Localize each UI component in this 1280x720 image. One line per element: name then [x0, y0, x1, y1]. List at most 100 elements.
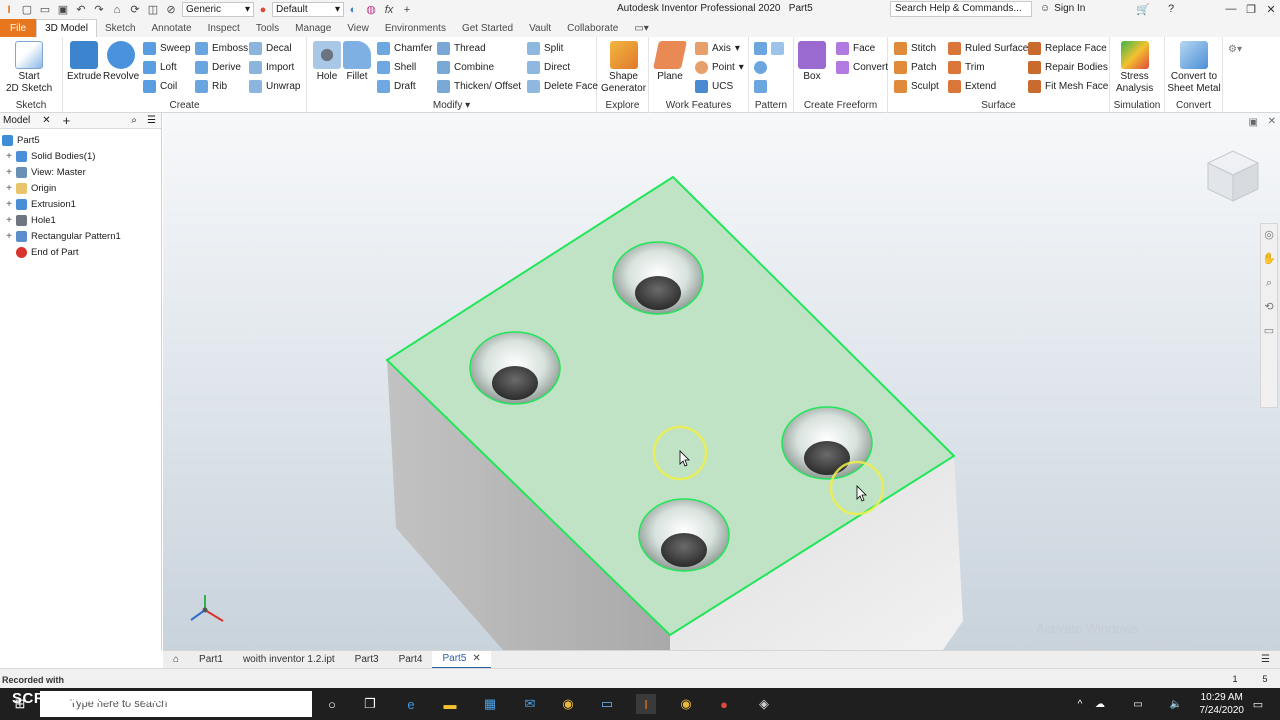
save-icon[interactable]: ▣	[54, 1, 72, 18]
plane-button[interactable]: Plane	[653, 41, 687, 83]
expand-icon[interactable]: +	[4, 231, 14, 242]
tab-file[interactable]: File	[0, 19, 37, 37]
onedrive-icon[interactable]: ☁	[1090, 694, 1110, 714]
rectangular-pattern-button[interactable]	[754, 40, 784, 57]
task-view-icon[interactable]: ❐	[360, 694, 380, 714]
browser-node[interactable]: Part5	[0, 132, 40, 148]
doc-tab-part3[interactable]: Part3	[345, 651, 389, 669]
appearance-adjust-icon[interactable]: ◐	[344, 1, 362, 18]
convert-sheet-metal-button[interactable]: Convert to Sheet Metal	[1165, 41, 1223, 95]
chrome-icon-2[interactable]: ◉	[676, 694, 696, 714]
derive-button[interactable]: Derive	[195, 59, 241, 76]
shell-button[interactable]: Shell	[377, 59, 416, 76]
home-tab-icon[interactable]: ⌂	[163, 651, 189, 669]
sketch-pattern-button[interactable]	[754, 78, 767, 95]
tab-view[interactable]: View	[339, 19, 377, 37]
chamfer-button[interactable]: Chamfer	[377, 40, 432, 57]
face-button[interactable]: Face	[836, 40, 875, 57]
thicken-offset-button[interactable]: Thicken/ Offset	[437, 78, 521, 95]
select-icon[interactable]: ◫	[144, 1, 162, 18]
cart-icon[interactable]: 🛒	[1132, 2, 1154, 16]
viewport-expand-icon[interactable]: ▣	[1249, 117, 1258, 128]
coil-button[interactable]: Coil	[143, 78, 177, 95]
fillet-button[interactable]: Fillet	[343, 41, 371, 83]
close-button[interactable]: ✕	[1260, 2, 1280, 16]
ucs-button[interactable]: UCS	[695, 78, 733, 95]
minimize-button[interactable]: —	[1220, 2, 1242, 16]
view-cube-icon[interactable]	[1206, 150, 1260, 202]
browser-node[interactable]: + Extrusion1	[0, 196, 76, 212]
color-icon[interactable]: ●	[254, 1, 272, 18]
ruled-surface-button[interactable]: Ruled Surface	[948, 40, 1028, 57]
emboss-button[interactable]: Emboss	[195, 40, 248, 57]
circular-pattern-button[interactable]	[754, 59, 767, 76]
update-icon[interactable]: ⟳	[126, 1, 144, 18]
tab-tools[interactable]: Tools	[248, 19, 287, 37]
close-icon[interactable]: ✕	[472, 653, 480, 664]
model-tab[interactable]: Model	[0, 115, 36, 126]
appearance-select[interactable]: Generic ▾	[182, 2, 254, 17]
direct-button[interactable]: Direct	[527, 59, 570, 76]
revolve-button[interactable]: Revolve	[103, 41, 139, 83]
tab-get-started[interactable]: Get Started	[454, 19, 521, 37]
tab-collaborate[interactable]: Collaborate	[559, 19, 626, 37]
tab-annotate[interactable]: Annotate	[144, 19, 200, 37]
browser-node[interactable]: End of Part	[0, 244, 79, 260]
maximize-button[interactable]: ❐	[1240, 2, 1262, 16]
delete-face-button[interactable]: Delete Face	[527, 78, 598, 95]
open-icon[interactable]: ▭	[36, 1, 54, 18]
tab-3d-model[interactable]: 3D Model	[36, 19, 97, 37]
split-button[interactable]: Split	[527, 40, 563, 57]
redo-icon[interactable]: ↷	[90, 1, 108, 18]
draft-button[interactable]: Draft	[377, 78, 416, 95]
sign-in-button[interactable]: ☺ Sign In	[1040, 3, 1085, 14]
viewport-close-icon[interactable]: ✕	[1268, 116, 1276, 127]
expand-icon[interactable]: +	[4, 151, 14, 162]
hole-4[interactable]	[638, 498, 730, 572]
zoom-icon[interactable]: ⌕	[1262, 276, 1276, 290]
combine-button[interactable]: Combine	[437, 59, 494, 76]
mail-icon[interactable]: ✉	[520, 694, 540, 714]
material-icon[interactable]: ⊘	[162, 1, 180, 18]
record-icon[interactable]: ●	[714, 694, 734, 714]
taskbar-clock[interactable]: 10:29 AM 7/24/2020	[1200, 691, 1245, 717]
tab-vault[interactable]: Vault	[521, 19, 559, 37]
edge-icon[interactable]: e	[401, 694, 421, 714]
convert-button[interactable]: Convert	[836, 59, 888, 76]
import-button[interactable]: Import	[249, 59, 294, 76]
close-icon[interactable]: ✕	[36, 115, 56, 126]
tab-manage[interactable]: Manage	[287, 19, 339, 37]
tray-chevron-icon[interactable]: ^	[1070, 694, 1090, 714]
box-button[interactable]: Box	[798, 41, 826, 83]
trim-button[interactable]: Trim	[948, 59, 985, 76]
cortana-icon[interactable]: ○	[322, 694, 342, 714]
new-icon[interactable]: ▢	[18, 1, 36, 18]
inventor-taskbar-icon[interactable]: I	[636, 694, 656, 714]
unwrap-button[interactable]: Unwrap	[249, 78, 300, 95]
graphics-viewport[interactable]: ◎ ✋ ⌕ ⟲ ▭ ▣ ✕ Activate Windows Go to Set…	[163, 113, 1280, 650]
modify-panel-label[interactable]: Modify ▾	[307, 100, 596, 111]
shape-generator-button[interactable]: Shape Generator	[601, 41, 646, 95]
sculpt-button[interactable]: Sculpt	[894, 78, 939, 95]
repair-bodies-button[interactable]: Repair Bodies	[1028, 59, 1108, 76]
volume-icon[interactable]: 🔈	[1166, 694, 1186, 714]
steering-wheel-icon[interactable]: ◎	[1262, 228, 1276, 242]
stitch-button[interactable]: Stitch	[894, 40, 936, 57]
decal-button[interactable]: Decal	[249, 40, 292, 57]
help-search-input[interactable]: Search Help & Commands...	[890, 1, 1032, 17]
extrude-button[interactable]: Extrude	[67, 41, 101, 83]
hole-2[interactable]	[469, 331, 561, 405]
start-2d-sketch-button[interactable]: Start 2D Sketch	[6, 41, 52, 95]
clear-appearance-icon[interactable]: ◍	[362, 1, 380, 18]
notifications-icon[interactable]: ▭	[1248, 694, 1268, 714]
point-button[interactable]: Point ▾	[695, 59, 744, 76]
chrome-icon[interactable]: ◉	[558, 694, 578, 714]
orbit-icon[interactable]: ⟲	[1262, 300, 1276, 314]
help-icon[interactable]: ?	[1160, 2, 1182, 16]
tabs-menu-icon[interactable]: ☰	[1251, 651, 1280, 669]
doc-tab-part1[interactable]: Part1	[189, 651, 233, 669]
axis-button[interactable]: Axis ▾	[695, 40, 740, 57]
network-icon[interactable]: ▭	[1128, 694, 1148, 714]
extend-button[interactable]: Extend	[948, 78, 996, 95]
browser-node[interactable]: + Solid Bodies(1)	[0, 148, 95, 164]
